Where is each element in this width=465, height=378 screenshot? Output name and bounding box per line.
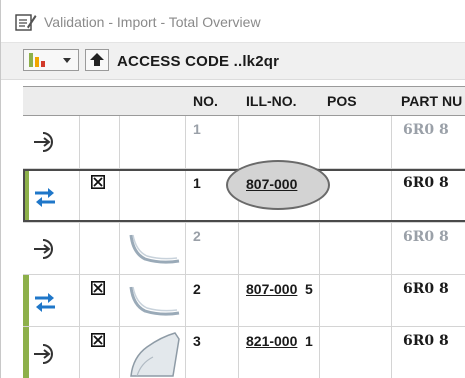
row-ill-no-link[interactable]: 821-000	[246, 333, 297, 349]
row-no: 1	[193, 175, 201, 191]
row-no: 2	[193, 281, 201, 297]
toolbar: ACCESS CODE ..lk2qr	[1, 42, 465, 80]
chart-dropdown-button[interactable]	[23, 49, 79, 71]
row-no: 1	[193, 121, 201, 137]
bumper-part-thumbnail	[129, 286, 180, 316]
row-part-no: 6R0 8	[403, 229, 449, 245]
window: Validation - Import - Total Overview ACC…	[0, 0, 465, 378]
title-bar: Validation - Import - Total Overview	[1, 0, 465, 42]
validation-app-icon	[15, 14, 37, 31]
table-row[interactable]: 1 6R0 8	[23, 116, 465, 168]
row-status-bar	[23, 327, 29, 378]
row-ill-no-link[interactable]: 807-000	[246, 176, 297, 192]
checkbox-checked-icon[interactable]	[91, 333, 105, 347]
row-part-no: 6R0 8	[403, 175, 449, 191]
back-button[interactable]	[85, 49, 109, 71]
arrow-into-circle-icon[interactable]	[32, 129, 58, 155]
row-no: 2	[193, 228, 201, 244]
window-title: Validation - Import - Total Overview	[44, 14, 261, 30]
chevron-down-icon	[63, 58, 71, 63]
table-row[interactable]: 2 807-000 5 6R0 8	[23, 275, 465, 326]
checkbox-checked-icon[interactable]	[91, 175, 105, 189]
swap-arrows-icon[interactable]	[33, 186, 57, 208]
row-pos: 5	[305, 281, 313, 297]
row-part-no: 6R0 8	[403, 281, 449, 297]
arrow-into-circle-icon[interactable]	[32, 236, 58, 262]
row-ill-no-link[interactable]: 807-000	[246, 281, 297, 297]
fender-part-thumbnail	[130, 332, 180, 377]
swap-arrows-icon[interactable]	[33, 291, 57, 313]
row-part-no: 6R0 8	[403, 333, 449, 349]
checkbox-checked-icon[interactable]	[91, 281, 105, 295]
table-header: NO. ILL-NO. POS PART NU	[23, 86, 465, 116]
column-header-part-no[interactable]: PART NU	[401, 93, 462, 109]
table-row[interactable]: 2 6R0 8	[23, 223, 465, 274]
column-header-pos[interactable]: POS	[327, 93, 357, 109]
row-pos: 1	[305, 333, 313, 349]
bumper-part-thumbnail	[129, 234, 180, 264]
row-part-no: 6R0 8	[403, 122, 449, 138]
table-row[interactable]: 3 821-000 1 6R0 8	[23, 327, 465, 378]
row-no: 3	[193, 333, 201, 349]
row-status-bar	[23, 275, 29, 326]
column-header-ill-no[interactable]: ILL-NO.	[246, 93, 297, 109]
access-code-label: ACCESS CODE ..lk2qr	[117, 53, 280, 70]
back-arrow-icon	[90, 53, 104, 66]
arrow-into-circle-icon[interactable]	[32, 341, 58, 367]
column-header-no[interactable]: NO.	[193, 93, 218, 109]
bar-chart-icon	[29, 53, 45, 67]
